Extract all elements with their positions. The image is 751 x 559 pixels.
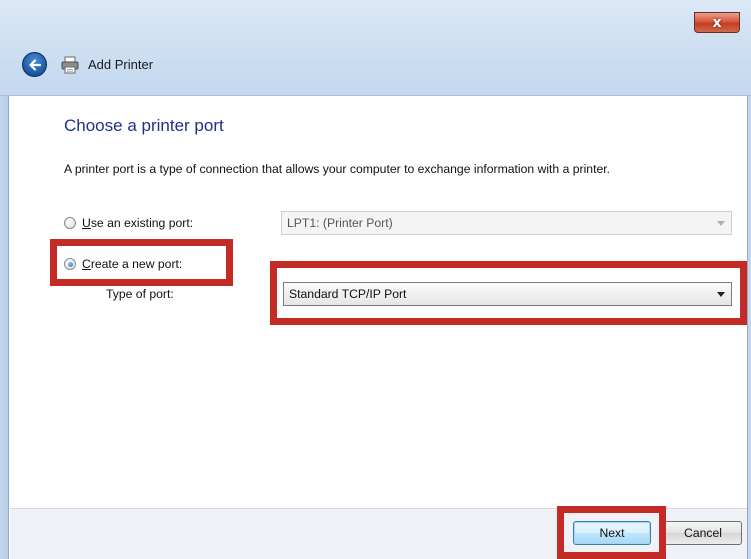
highlight-new-port <box>50 239 233 286</box>
page-description: A printer port is a type of connection t… <box>64 162 611 176</box>
back-arrow-icon <box>28 58 41 71</box>
cancel-button[interactable]: Cancel <box>664 521 742 545</box>
close-icon: x <box>712 14 722 31</box>
use-existing-port-option[interactable]: Use an existing port: <box>64 216 193 230</box>
use-existing-port-label: Use an existing port: <box>82 216 194 230</box>
type-of-port-label: Type of port: <box>106 287 174 301</box>
title-bar <box>0 0 751 96</box>
window-frame-right <box>747 96 751 559</box>
existing-port-value: LPT1: (Printer Port) <box>287 216 393 230</box>
page-heading: Choose a printer port <box>64 116 224 135</box>
window-title: Add Printer <box>88 57 154 72</box>
close-button[interactable]: x <box>694 12 740 33</box>
use-existing-port-radio[interactable] <box>64 217 76 229</box>
chevron-down-icon <box>717 221 725 226</box>
highlight-next-button <box>557 506 666 559</box>
highlight-port-type <box>270 261 747 325</box>
existing-port-select: LPT1: (Printer Port) <box>281 211 732 235</box>
back-button[interactable] <box>22 52 47 77</box>
window-frame-left <box>0 96 9 559</box>
printer-icon <box>61 56 79 74</box>
